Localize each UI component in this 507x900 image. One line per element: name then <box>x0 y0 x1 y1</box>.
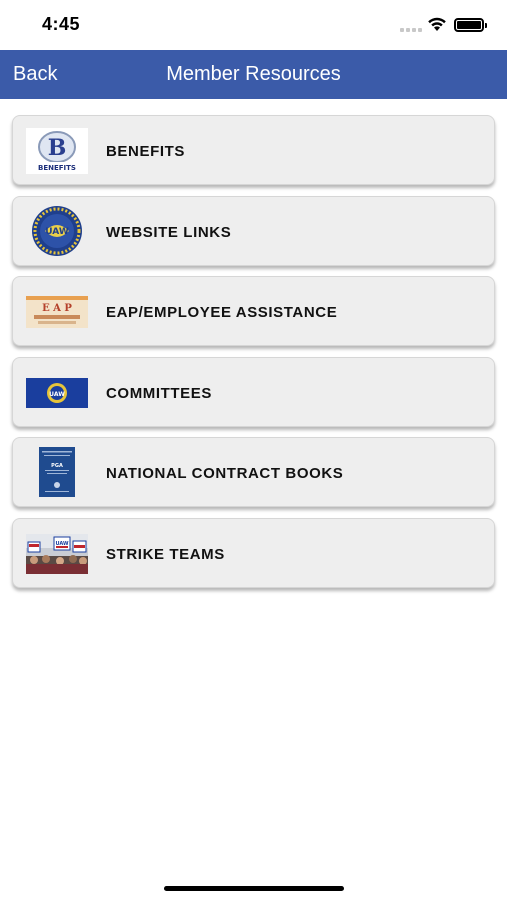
home-indicator[interactable] <box>164 886 344 891</box>
eap-banner-icon: E A P <box>26 289 88 335</box>
wifi-icon <box>428 17 446 31</box>
uaw-seal-icon: UAW <box>26 205 88 256</box>
uaw-seal-text: UAW <box>45 227 69 237</box>
cellular-signal-icon <box>400 26 422 32</box>
list-item-label: WEBSITE LINKS <box>106 223 232 241</box>
list-item-label: STRIKE TEAMS <box>106 545 225 563</box>
page-title: Member Resources <box>166 63 341 85</box>
list-item-label: COMMITTEES <box>106 384 212 402</box>
resource-list: B BENEFITS BENEFITS UAW WEBSITE LINKS E … <box>12 115 495 598</box>
status-bar: 4:45 <box>0 0 507 50</box>
list-item-eap[interactable]: E A P EAP/EMPLOYEE ASSISTANCE <box>12 276 495 346</box>
list-item-benefits[interactable]: B BENEFITS BENEFITS <box>12 115 495 185</box>
strike-photo-icon: UAW <box>26 531 88 577</box>
uaw-flag-text: UAW <box>49 391 65 398</box>
nav-bar: Back Member Resources <box>0 50 507 99</box>
list-item-label: NATIONAL CONTRACT BOOKS <box>106 465 344 482</box>
list-item-label: BENEFITS <box>106 143 185 160</box>
eap-banner-text: E A P <box>42 303 72 314</box>
list-item-national-contract-books[interactable]: PGA NATIONAL CONTRACT BOOKS <box>12 437 495 507</box>
benefits-logo-letter: B <box>48 135 67 161</box>
list-item-label: EAP/EMPLOYEE ASSISTANCE <box>106 304 338 321</box>
battery-icon <box>454 18 487 32</box>
screen: 4:45 Back Member Resources B BENEFITS BE… <box>0 0 507 900</box>
status-time: 4:45 <box>42 14 81 34</box>
list-item-strike-teams[interactable]: UAW STRIKE TEAMS <box>12 517 495 588</box>
list-item-website-links[interactable]: UAW WEBSITE LINKS <box>12 195 495 266</box>
benefits-logo-icon: B BENEFITS <box>26 128 88 174</box>
list-item-committees[interactable]: UAW COMMITTEES <box>12 356 495 427</box>
benefits-logo-word: BENEFITS <box>38 164 76 172</box>
uaw-flag-icon: UAW <box>26 370 88 416</box>
contract-book-icon: PGA <box>26 447 88 497</box>
contract-book-text: PGA <box>51 463 63 469</box>
